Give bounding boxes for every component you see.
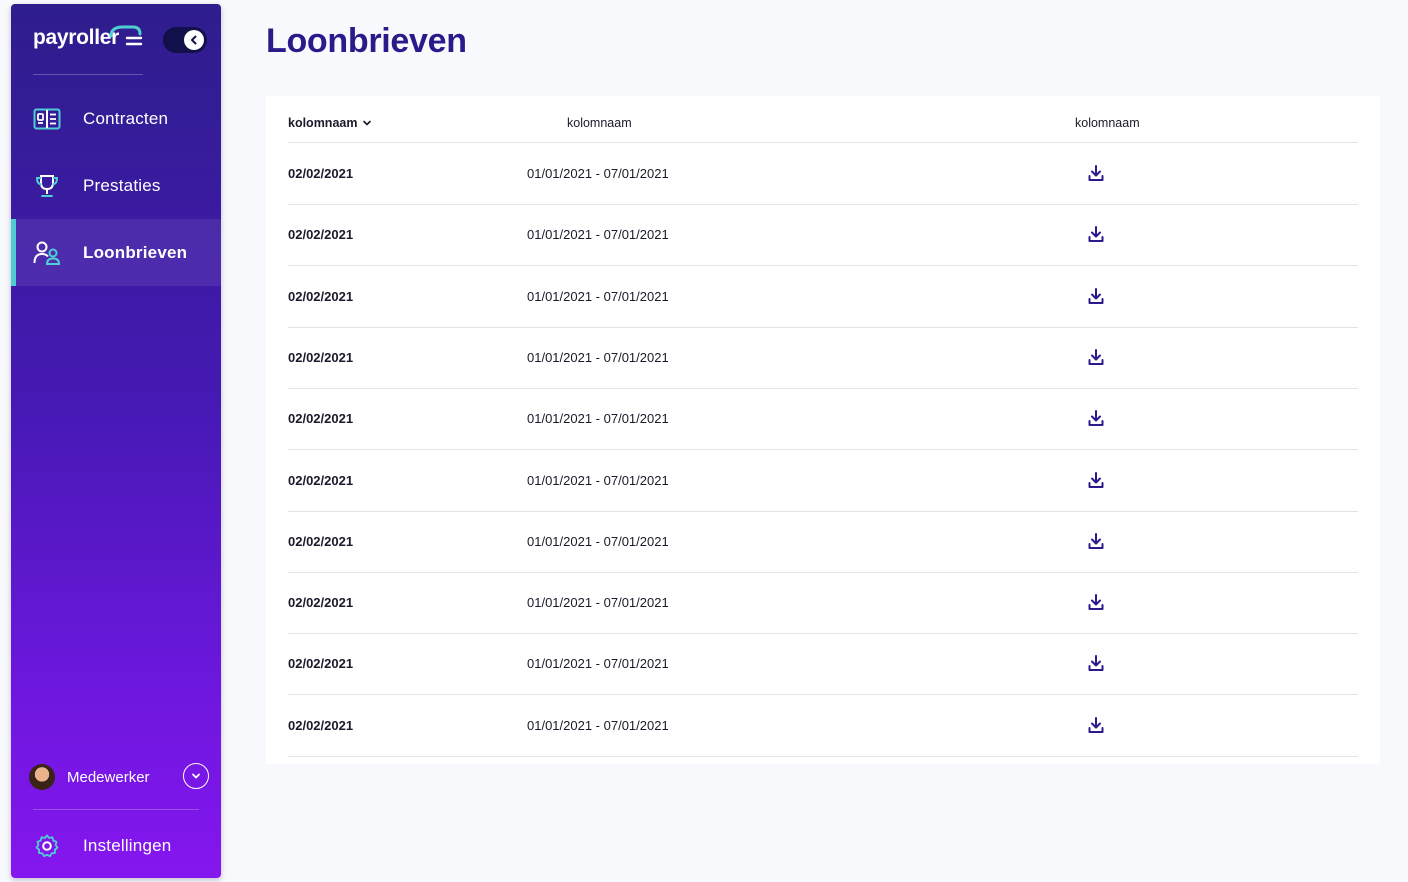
download-icon[interactable] — [1086, 163, 1106, 183]
sidebar-item-label: Contracten — [83, 108, 169, 128]
download-icon[interactable] — [1086, 653, 1106, 673]
payslip-period: 01/01/2021 - 07/01/2021 — [527, 227, 669, 243]
chevron-down-icon[interactable] — [183, 763, 209, 789]
column-header-label: kolomnaam — [567, 116, 632, 130]
payslip-period: 01/01/2021 - 07/01/2021 — [527, 411, 669, 427]
sidebar-item-label: Instellingen — [83, 835, 172, 855]
table-row: 02/02/2021 01/01/2021 - 07/01/2021 — [288, 450, 1358, 512]
table-row: 02/02/2021 01/01/2021 - 07/01/2021 — [288, 572, 1358, 635]
sidebar-item-prestaties[interactable]: Prestaties — [11, 152, 221, 219]
payslip-date: 02/02/2021 — [288, 349, 354, 365]
table-row: 02/02/2021 01/01/2021 - 07/01/2021 — [288, 633, 1358, 696]
users-icon — [33, 239, 61, 267]
payslip-date: 02/02/2021 — [288, 227, 354, 243]
brand-logo-mark-icon — [109, 25, 143, 46]
table-row: 02/02/2021 01/01/2021 - 07/01/2021 — [288, 143, 1358, 205]
table-row: 02/02/2021 01/01/2021 - 07/01/2021 — [288, 327, 1358, 389]
payslip-period: 01/01/2021 - 07/01/2021 — [527, 472, 669, 488]
table-row: 02/02/2021 01/01/2021 - 07/01/2021 — [288, 511, 1358, 573]
sidebar-item-loonbrieven[interactable]: Loonbrieven — [11, 219, 221, 286]
sidebar: payroller Contracten Prestaties Loonbrie… — [11, 4, 221, 878]
payslip-date: 02/02/2021 — [288, 533, 354, 549]
sidebar-bottom-divider — [33, 809, 199, 810]
payslip-date: 02/02/2021 — [288, 717, 354, 733]
sidebar-item-label: Prestaties — [83, 175, 161, 195]
avatar — [29, 764, 55, 790]
table-row: 02/02/2021 01/01/2021 - 07/01/2021 — [288, 695, 1358, 757]
user-name: Medewerker — [67, 768, 150, 786]
gear-icon — [33, 832, 61, 860]
table-row: 02/02/2021 01/01/2021 - 07/01/2021 — [288, 388, 1358, 451]
chevron-left-icon — [184, 30, 204, 50]
sidebar-collapse-toggle[interactable] — [163, 27, 207, 53]
column-header-sortable[interactable]: kolomnaam — [288, 116, 373, 130]
payslip-date: 02/02/2021 — [288, 166, 354, 181]
download-icon[interactable] — [1086, 286, 1106, 306]
payslip-period: 01/01/2021 - 07/01/2021 — [527, 533, 669, 549]
payslip-period: 01/01/2021 - 07/01/2021 — [527, 349, 669, 365]
download-icon[interactable] — [1086, 408, 1106, 428]
download-icon[interactable] — [1086, 224, 1106, 244]
payslip-period: 01/01/2021 - 07/01/2021 — [527, 166, 669, 181]
payslip-period: 01/01/2021 - 07/01/2021 — [527, 717, 669, 733]
download-icon[interactable] — [1086, 531, 1106, 551]
payslip-table-card: kolomnaam kolomnaam kolomnaam 02/02/2021… — [266, 96, 1380, 764]
trophy-icon — [33, 172, 61, 200]
chevron-down-icon — [363, 120, 372, 126]
contract-card-icon — [33, 105, 61, 133]
payslip-period: 01/01/2021 - 07/01/2021 — [527, 656, 669, 672]
table-header: kolomnaam kolomnaam kolomnaam — [288, 108, 1358, 143]
column-header-label: kolomnaam — [1075, 116, 1140, 130]
download-icon[interactable] — [1086, 347, 1106, 367]
sidebar-item-contracten[interactable]: Contracten — [11, 85, 221, 152]
payslip-date: 02/02/2021 — [288, 288, 354, 304]
page-title: Loonbrieven — [266, 22, 467, 60]
download-icon[interactable] — [1086, 470, 1106, 490]
user-menu[interactable]: Medewerker — [29, 761, 209, 793]
brand-divider — [33, 74, 143, 75]
payslip-period: 01/01/2021 - 07/01/2021 — [527, 288, 669, 304]
sidebar-item-instellingen[interactable]: Instellingen — [11, 812, 221, 879]
table-row: 02/02/2021 01/01/2021 - 07/01/2021 — [288, 204, 1358, 267]
payslip-date: 02/02/2021 — [288, 595, 354, 611]
sidebar-item-label: Loonbrieven — [83, 242, 188, 262]
column-header-label: kolomnaam — [288, 116, 358, 130]
download-icon[interactable] — [1086, 715, 1106, 735]
payslip-period: 01/01/2021 - 07/01/2021 — [527, 595, 669, 611]
table-row: 02/02/2021 01/01/2021 - 07/01/2021 — [288, 266, 1358, 328]
payslip-date: 02/02/2021 — [288, 656, 354, 672]
payslip-date: 02/02/2021 — [288, 411, 354, 427]
payslip-date: 02/02/2021 — [288, 472, 354, 488]
download-icon[interactable] — [1086, 592, 1106, 612]
